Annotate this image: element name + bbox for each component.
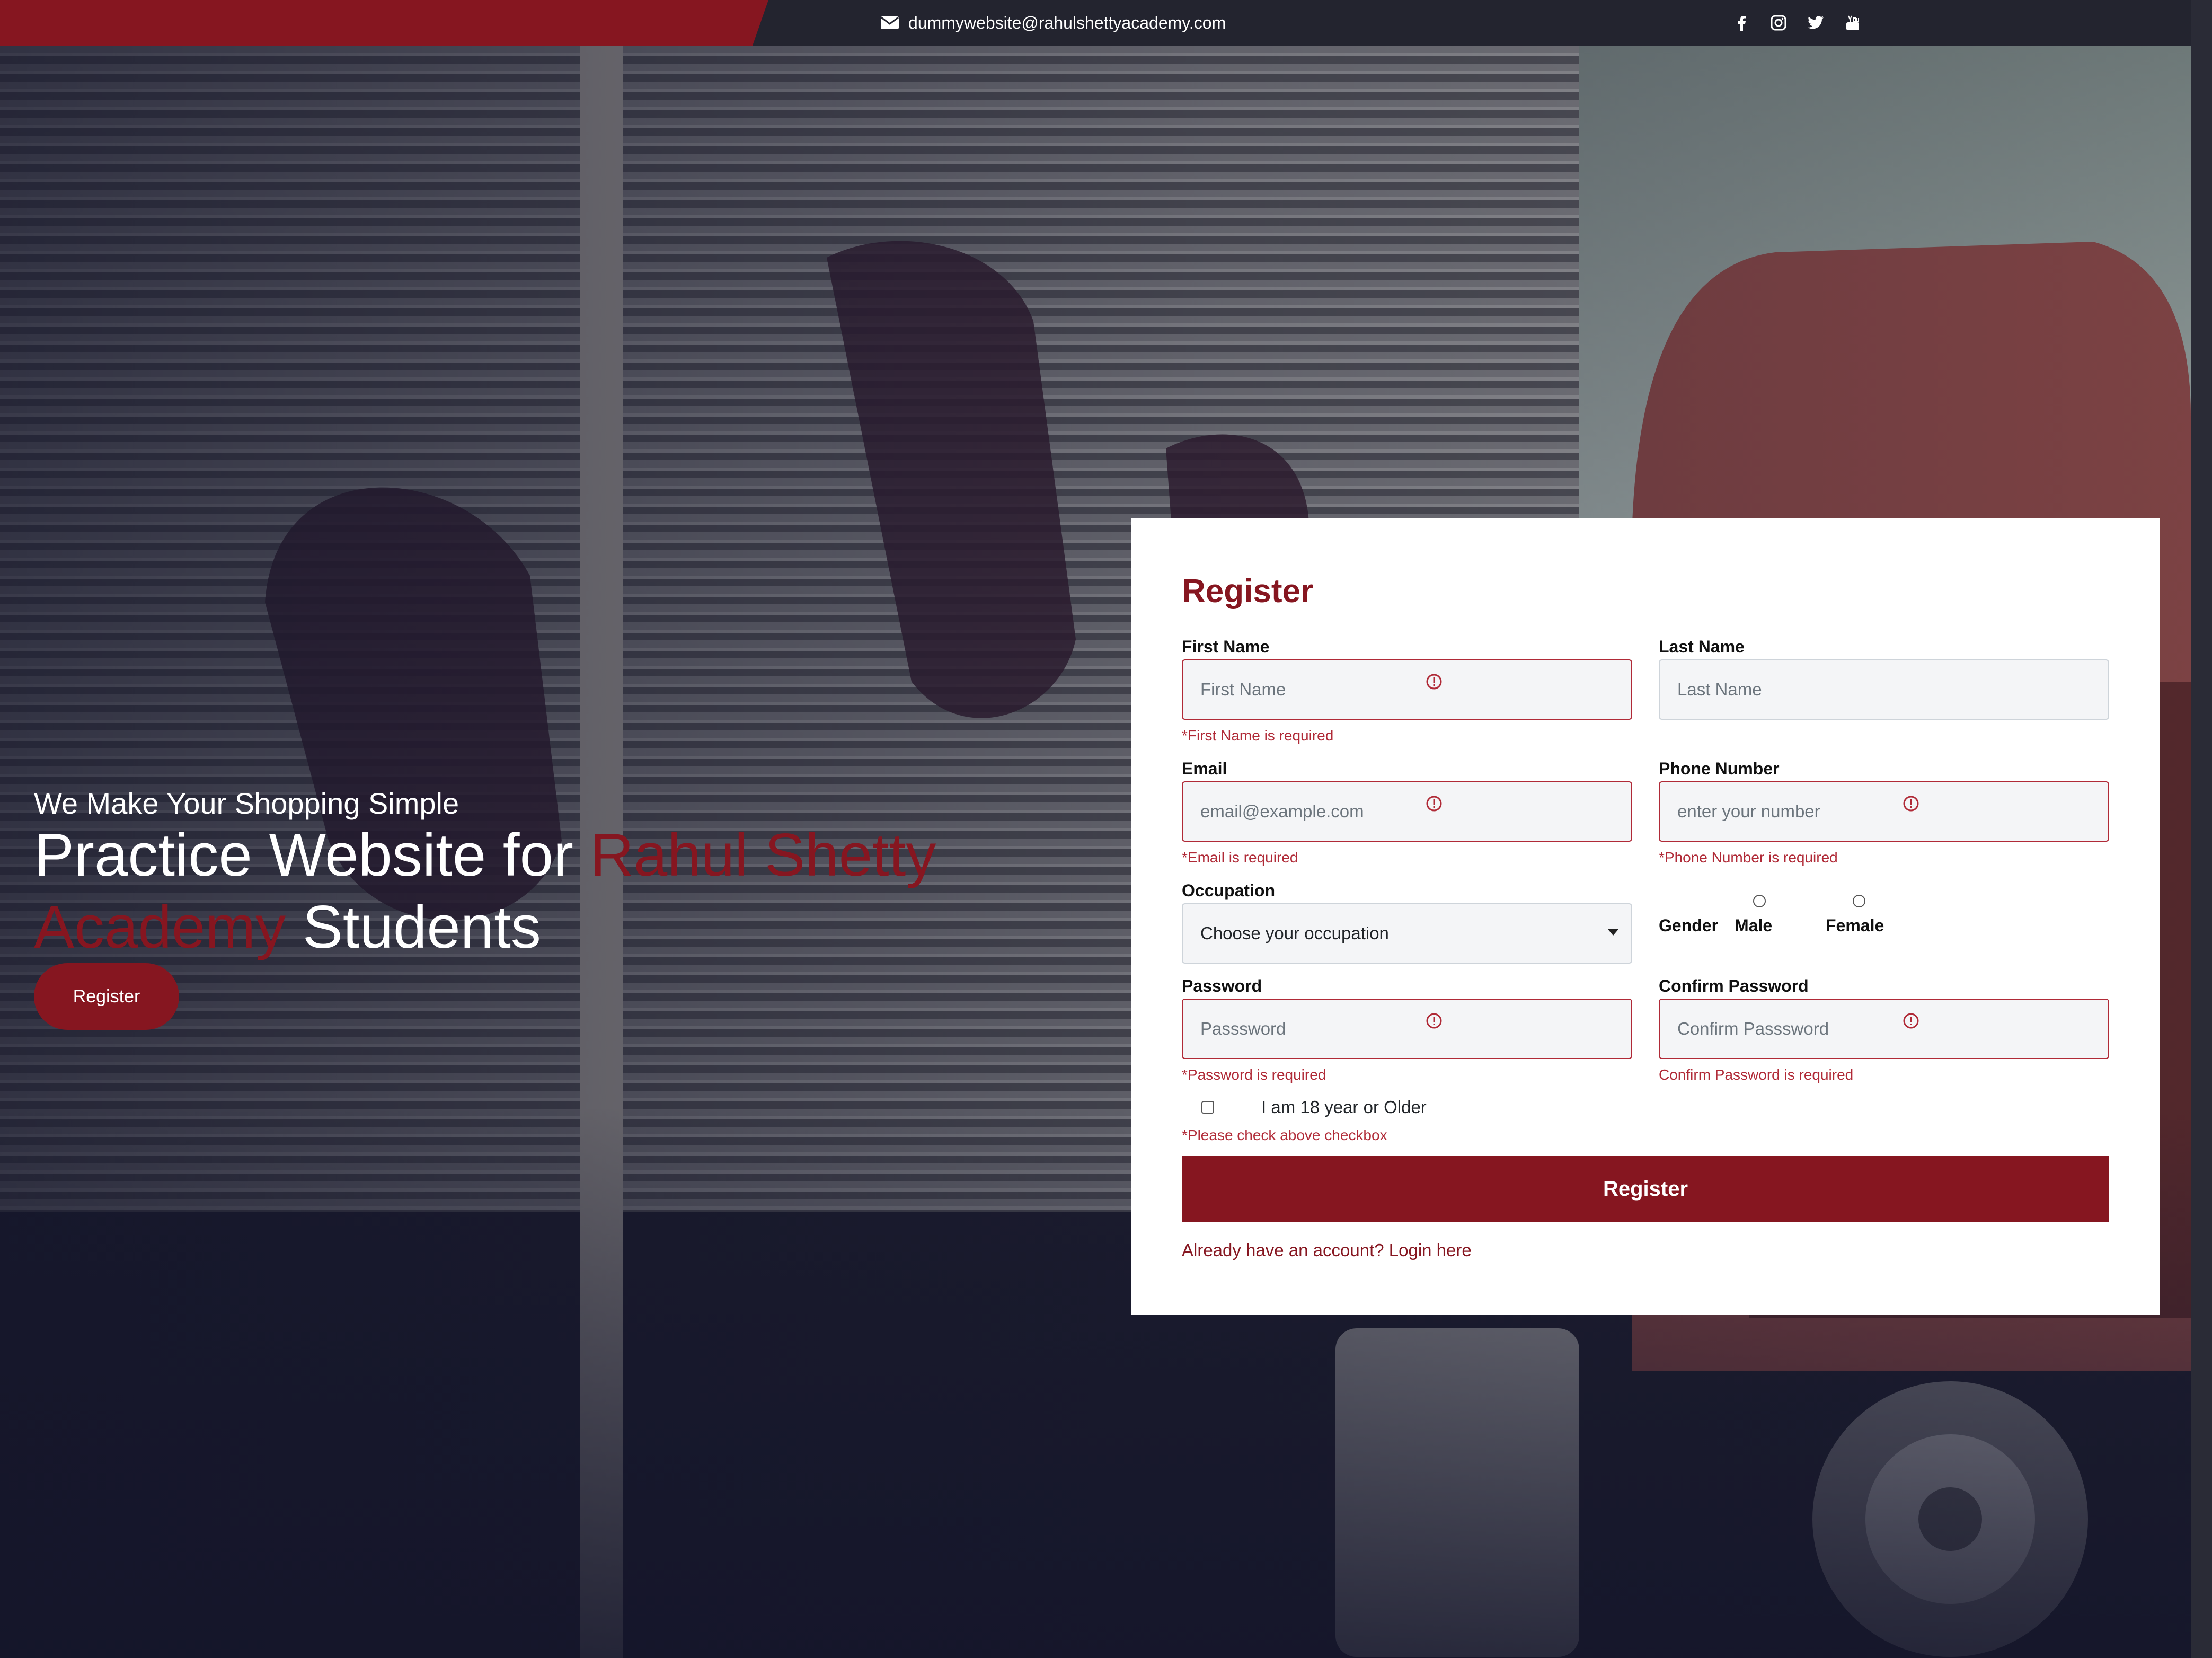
warning-icon [1426, 796, 1442, 812]
phone-input[interactable]: enter your number [1659, 781, 2109, 842]
occupation-label: Occupation [1182, 881, 1276, 900]
warning-icon [1903, 796, 1919, 812]
warning-icon [1426, 1013, 1442, 1029]
facebook-icon[interactable] [1733, 14, 1750, 31]
login-link[interactable]: Already have an account? Login here [1182, 1240, 1472, 1260]
occupation-select[interactable]: Choose your occupation [1182, 903, 1632, 964]
warning-icon [1903, 1013, 1919, 1029]
youtube-icon[interactable] [1844, 14, 1861, 31]
hero-register-button[interactable]: Register [34, 963, 179, 1030]
instagram-icon[interactable] [1770, 14, 1787, 31]
register-submit-button[interactable]: Register [1182, 1156, 2109, 1222]
headline-part2: Students [286, 894, 541, 961]
phone-placeholder: enter your number [1677, 801, 1820, 821]
password-error: *Password is required [1182, 1066, 1326, 1083]
contact-email[interactable]: dummywebsite@rahulshettyacademy.com [881, 0, 1226, 46]
gender-female-radio[interactable] [1853, 895, 1865, 907]
last-name-label: Last Name [1659, 637, 1745, 656]
top-bar: dummywebsite@rahulshettyacademy.com [0, 0, 2191, 46]
first-name-label: First Name [1182, 637, 1270, 656]
scrollbar[interactable] [2191, 0, 2212, 1658]
confirm-password-label: Confirm Password [1659, 976, 1809, 995]
hero-tagline: We Make Your Shopping Simple [34, 787, 459, 820]
email-input[interactable]: email@example.com [1182, 781, 1632, 842]
twitter-icon[interactable] [1807, 14, 1824, 31]
social-links [1733, 0, 1861, 46]
last-name-placeholder: Last Name [1677, 680, 1762, 699]
confirm-password-placeholder: Confirm Passsword [1677, 1019, 1829, 1038]
phone-label: Phone Number [1659, 759, 1780, 778]
hero-headline: Practice Website for Rahul Shetty Academ… [34, 819, 967, 964]
age-checkbox[interactable] [1201, 1101, 1214, 1114]
confirm-password-input[interactable]: Confirm Passsword [1659, 999, 2109, 1059]
occupation-selected: Choose your occupation [1200, 923, 1389, 943]
password-input[interactable]: Passsword [1182, 999, 1632, 1059]
form-title: Register [1182, 573, 1314, 610]
gender-male-radio[interactable] [1753, 895, 1766, 907]
first-name-error: *First Name is required [1182, 727, 1334, 744]
confirm-password-error: Confirm Password is required [1659, 1066, 1854, 1083]
password-placeholder: Passsword [1200, 1019, 1286, 1038]
register-form: Register First Name First Name *First Na… [1131, 518, 2160, 1315]
first-name-placeholder: First Name [1200, 680, 1286, 699]
age-checkbox-error: *Please check above checkbox [1182, 1127, 1387, 1143]
password-label: Password [1182, 976, 1262, 995]
brand-tab [0, 0, 768, 46]
gender-label: Gender [1659, 916, 1719, 935]
warning-icon [1426, 674, 1442, 690]
envelope-icon [881, 16, 899, 29]
email-label: Email [1182, 759, 1227, 778]
phone-error: *Phone Number is required [1659, 849, 1838, 866]
hero-text: We Make Your Shopping Simple Practice We… [34, 787, 967, 964]
gender-male-label: Male [1735, 916, 1773, 935]
contact-email-text: dummywebsite@rahulshettyacademy.com [908, 13, 1226, 32]
age-checkbox-label: I am 18 year or Older [1261, 1097, 1427, 1117]
last-name-input[interactable]: Last Name [1659, 659, 2109, 720]
first-name-input[interactable]: First Name [1182, 659, 1632, 720]
gender-female-label: Female [1826, 916, 1884, 935]
headline-part1: Practice Website for [34, 822, 590, 889]
chevron-down-icon [1608, 929, 1618, 936]
email-placeholder: email@example.com [1200, 801, 1364, 821]
email-error: *Email is required [1182, 849, 1298, 866]
